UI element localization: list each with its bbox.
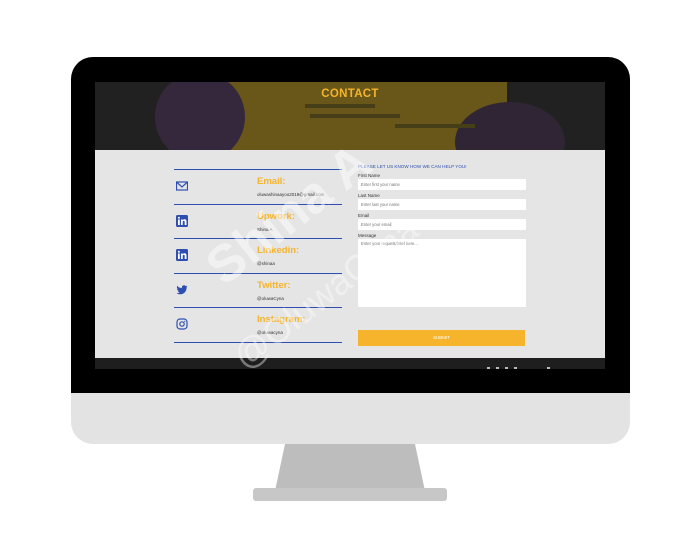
linkedin-icon [176,214,188,227]
page-title: CONTACT [321,88,379,100]
linkedin-icon [176,249,188,262]
contact-value[interactable]: oluwashinaayoo2019@gmail.com [257,192,324,197]
contact-item-twitter[interactable]: Twitter: @oluwaCyna [174,272,342,308]
contact-label: Upwork: [257,210,295,222]
form-heading: PLEASE LET US KNOW HOW WE CAN HELP YOU! [358,164,467,169]
footer-icon[interactable] [505,367,508,369]
contact-item-upwork[interactable]: Upwork: Shina A [174,203,342,239]
footer-icon[interactable] [496,367,499,369]
contact-label: Twitter: [257,279,291,291]
contact-value[interactable]: @shinaa [257,261,275,266]
last-name-input[interactable] [358,199,526,210]
footer-icon[interactable] [547,367,550,369]
twitter-icon [176,285,188,295]
contact-item-linkedin[interactable]: Linkedin: @shinaa [174,238,342,273]
footer-icon[interactable] [487,367,490,369]
contact-value[interactable]: @oluwacyna [257,330,283,335]
instagram-icon [176,318,188,330]
contact-value[interactable]: @oluwaCyna [257,296,284,301]
website-screen: CONTACT Email: oluwashinaayoo2019@gmail.… [95,82,605,369]
contact-item-instagram[interactable]: Instagram: @oluwacyna [174,307,342,343]
message-textarea[interactable] [358,239,526,307]
contact-label: Instagram: [257,314,306,326]
envelope-icon [176,181,188,191]
contact-label: Email: [257,176,286,187]
contact-value[interactable]: Shina A [257,227,273,232]
hero-banner: CONTACT [95,82,605,150]
footer-icon[interactable] [514,367,517,369]
contact-item-email[interactable]: Email: oluwashinaayoo2019@gmail.com [174,169,342,204]
monitor-chin [71,393,630,444]
monitor-stand [253,444,447,501]
email-input[interactable] [358,219,526,230]
contact-form: PLEASE LET US KNOW HOW WE CAN HELP YOU! … [358,164,526,307]
contact-label: Linkedin: [257,245,300,257]
first-name-input[interactable] [358,179,526,190]
contact-list: Email: oluwashinaayoo2019@gmail.com Upwo… [174,169,342,343]
submit-button[interactable]: SUBMIT [358,330,525,346]
footer-bar [95,358,605,369]
